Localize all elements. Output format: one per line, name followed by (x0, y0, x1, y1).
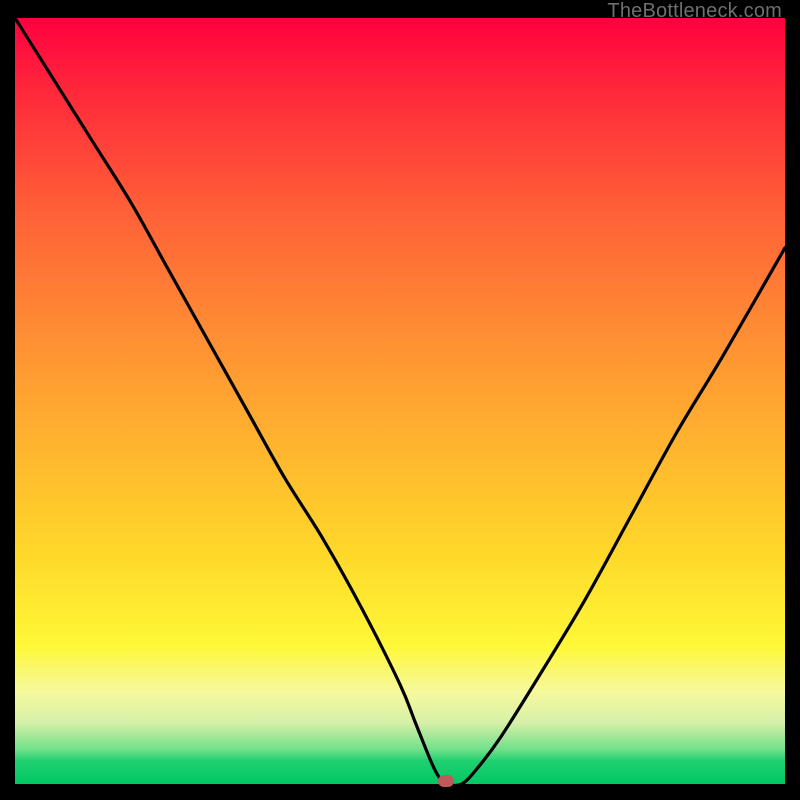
frame-right (785, 0, 800, 800)
curve-path (15, 18, 785, 785)
optimal-marker (438, 775, 454, 787)
chart-stage: TheBottleneck.com (0, 0, 800, 800)
bottleneck-curve (15, 18, 785, 784)
frame-left (0, 0, 15, 800)
frame-bottom (0, 784, 800, 800)
